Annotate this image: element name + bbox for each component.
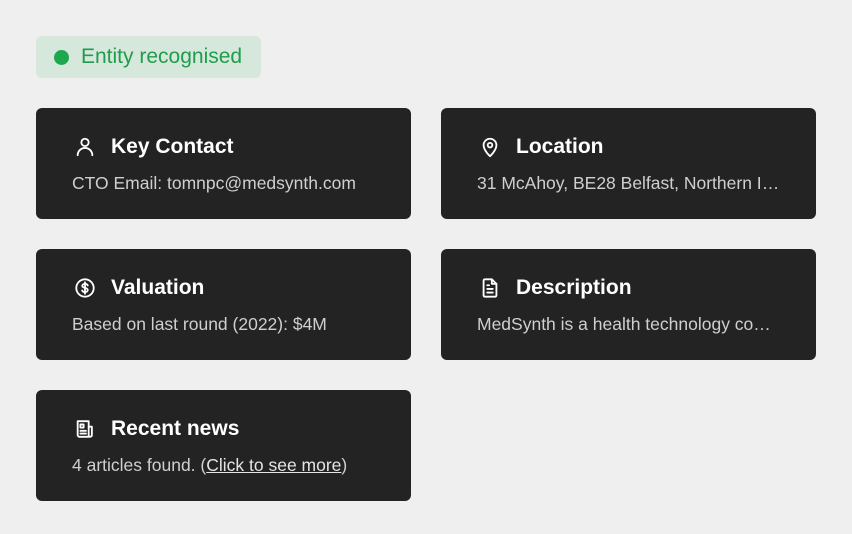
location-body: 31 McAhoy, BE28 Belfast, Northern Irelan… [477, 173, 780, 193]
dollar-circle-icon [72, 275, 97, 300]
status-dot [54, 49, 69, 65]
description-card: Description MedSynth is a health technol… [441, 249, 816, 360]
status-label: Entity recognised [81, 45, 243, 68]
valuation-card: Valuation Based on last round (2022): $4… [36, 249, 411, 360]
newspaper-icon [72, 416, 97, 441]
document-icon [477, 275, 502, 300]
key-contact-body: CTO Email: tomnpc@medsynth.com [72, 173, 356, 193]
recent-news-card: Recent news 4 articles found. (Click to … [36, 390, 411, 501]
description-title: Description [516, 275, 632, 299]
key-contact-title: Key Contact [111, 134, 234, 158]
location-title: Location [516, 134, 604, 158]
entity-status-badge: Entity recognised [36, 36, 262, 78]
map-pin-icon [477, 134, 502, 159]
recent-news-body: 4 articles found. (Click to see more) [72, 455, 382, 476]
description-body: MedSynth is a health technology company [477, 314, 780, 334]
recent-news-count: 4 articles found. ( [72, 455, 207, 475]
valuation-body: Based on last round (2022): $4M [72, 314, 327, 334]
key-contact-card: Key Contact CTO Email: tomnpc@medsynth.c… [36, 108, 411, 219]
location-card: Location 31 McAhoy, BE28 Belfast, Northe… [441, 108, 816, 219]
person-icon [72, 134, 97, 159]
recent-news-close-paren: ) [341, 455, 348, 475]
see-more-link[interactable]: Click to see more [206, 455, 341, 475]
valuation-title: Valuation [111, 275, 205, 299]
recent-news-title: Recent news [111, 416, 240, 440]
